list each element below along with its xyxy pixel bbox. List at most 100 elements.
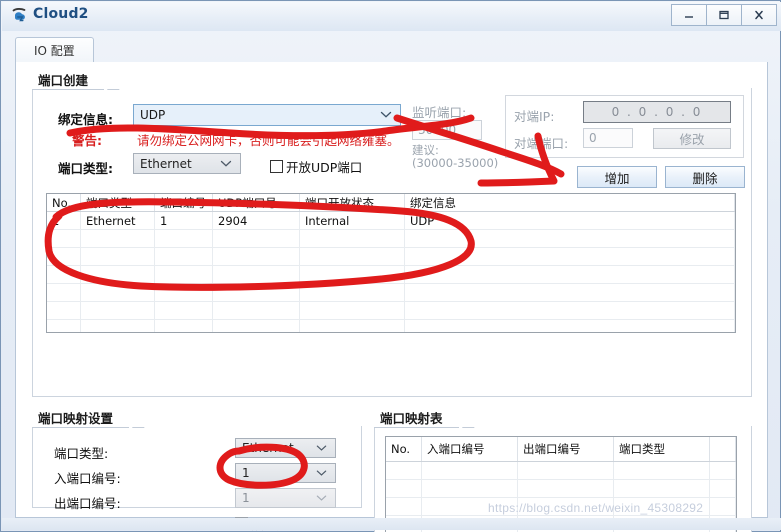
port-table-cell: Internal	[300, 212, 405, 229]
table-row[interactable]	[47, 248, 735, 266]
add-port-button[interactable]: 增加	[577, 166, 657, 188]
table-row[interactable]	[47, 302, 735, 320]
peer-ip-input[interactable]: 0 . 0 . 0 . 0	[583, 101, 731, 123]
mapping-table-cell	[518, 462, 614, 479]
application-window: Cloud2 IO 配置 端口创建 绑定信息: UDP 警告: 请勿绑定公网网卡…	[0, 0, 781, 532]
port-table-cell	[213, 320, 300, 332]
mapping-table-cell	[614, 462, 710, 479]
port-table-cell	[213, 230, 300, 247]
table-row[interactable]	[386, 462, 736, 480]
table-row[interactable]	[47, 230, 735, 248]
minimize-button[interactable]	[671, 4, 707, 26]
cloud-icon	[10, 6, 30, 26]
delete-port-button-label: 删除	[692, 170, 718, 186]
mapping-port-type-combo[interactable]: Ethernet	[235, 438, 336, 458]
port-table-cell	[405, 266, 735, 283]
mapping-table-cell	[518, 480, 614, 497]
mapping-in-port-combo[interactable]: 1	[235, 463, 336, 483]
add-port-button-label: 增加	[604, 170, 630, 186]
port-table-empty-rows	[47, 230, 735, 332]
title-bar: Cloud2	[2, 2, 781, 31]
mapping-table-header-cell: No.	[386, 437, 422, 461]
chevron-down-icon	[220, 157, 232, 170]
port-table-header-cell: 端口编号	[155, 194, 213, 211]
window-frame: Cloud2 IO 配置 端口创建 绑定信息: UDP 警告: 请勿绑定公网网卡…	[0, 0, 781, 532]
table-row[interactable]	[47, 266, 735, 284]
port-table-cell	[405, 248, 735, 265]
mapping-out-port-combo[interactable]: 1	[235, 488, 336, 508]
mapping-table-cell	[710, 462, 736, 479]
open-udp-port-checkbox[interactable]: 开放UDP端口	[270, 157, 362, 176]
port-table-cell: UDP	[405, 212, 735, 229]
port-table-header: No. 端口类型 端口编号 UDP端口号 端口开放状态 绑定信息	[47, 194, 735, 212]
port-table-cell	[300, 320, 405, 332]
mapping-table-cell	[422, 462, 518, 479]
mapping-port-type-label: 端口类型:	[54, 446, 109, 461]
port-table-cell	[81, 320, 155, 332]
table-row[interactable]: 1 Ethernet 1 2904 Internal UDP	[47, 212, 735, 230]
port-table-cell	[47, 248, 81, 265]
port-table-cell	[47, 230, 81, 247]
mapping-table-header-cell	[710, 437, 736, 461]
table-row[interactable]	[47, 284, 735, 302]
mapping-table-header: No. 入端口编号 出端口编号 端口类型	[386, 437, 736, 462]
port-table-cell	[300, 248, 405, 265]
port-table-cell	[81, 230, 155, 247]
port-table-cell	[155, 284, 213, 301]
table-row[interactable]	[47, 320, 735, 332]
port-table-cell	[81, 266, 155, 283]
tab-io-config-label: IO 配置	[34, 44, 75, 58]
binding-info-label: 绑定信息:	[58, 112, 113, 127]
port-table-cell	[300, 302, 405, 319]
port-table-cell: 1	[155, 212, 213, 229]
modify-button[interactable]: 修改	[653, 128, 731, 149]
modify-button-label: 修改	[679, 132, 705, 147]
port-table-cell	[300, 284, 405, 301]
suggest-range: (30000-35000)	[412, 156, 499, 170]
open-udp-port-label: 开放UDP端口	[286, 160, 363, 175]
listen-port-label: 监听端口:	[412, 105, 467, 120]
port-table-cell	[213, 248, 300, 265]
checkbox-box	[270, 160, 283, 173]
mapping-table-cell	[422, 480, 518, 497]
port-table-cell	[405, 284, 735, 301]
mapping-table-header-cell: 端口类型	[614, 437, 710, 461]
port-table-cell	[81, 284, 155, 301]
port-table-cell	[300, 266, 405, 283]
mapping-table-cell	[614, 480, 710, 497]
peer-ip-label: 对端IP:	[514, 109, 555, 124]
port-type-value: Ethernet	[140, 156, 192, 171]
chevron-down-icon	[316, 467, 327, 480]
chevron-down-icon	[380, 109, 392, 122]
port-table-cell	[405, 302, 735, 319]
binding-info-combo[interactable]: UDP	[133, 104, 401, 126]
delete-port-button[interactable]: 删除	[665, 166, 745, 188]
window-controls	[671, 4, 777, 26]
port-table-cell	[213, 284, 300, 301]
mapping-port-type-value: Ethernet	[242, 441, 294, 455]
mapping-out-port-value: 1	[242, 491, 250, 505]
close-button[interactable]	[741, 4, 777, 26]
port-table-cell	[155, 248, 213, 265]
mapping-in-port-label: 入端口编号:	[54, 471, 121, 486]
window-title: Cloud2	[33, 6, 89, 22]
port-table[interactable]: No. 端口类型 端口编号 UDP端口号 端口开放状态 绑定信息 1 Ether…	[46, 193, 736, 333]
port-table-header-cell: 端口开放状态	[300, 194, 405, 211]
chevron-down-icon	[316, 442, 327, 455]
maximize-button[interactable]	[706, 4, 742, 26]
listen-port-value: 30000	[418, 123, 457, 137]
port-table-cell	[213, 266, 300, 283]
port-type-combo[interactable]: Ethernet	[133, 153, 241, 174]
port-table-cell	[47, 266, 81, 283]
port-table-cell	[405, 230, 735, 247]
mapping-table-header-cell: 入端口编号	[422, 437, 518, 461]
mapping-table-header-cell: 出端口编号	[518, 437, 614, 461]
tab-io-config[interactable]: IO 配置	[15, 37, 94, 63]
peer-port-input[interactable]: 0	[583, 128, 633, 148]
listen-port-input[interactable]: 30000	[412, 120, 482, 140]
port-table-cell	[155, 302, 213, 319]
port-table-header-cell: UDP端口号	[213, 194, 300, 211]
mapping-out-port-label: 出端口编号:	[54, 496, 121, 511]
port-table-cell	[300, 230, 405, 247]
table-row[interactable]	[386, 480, 736, 498]
